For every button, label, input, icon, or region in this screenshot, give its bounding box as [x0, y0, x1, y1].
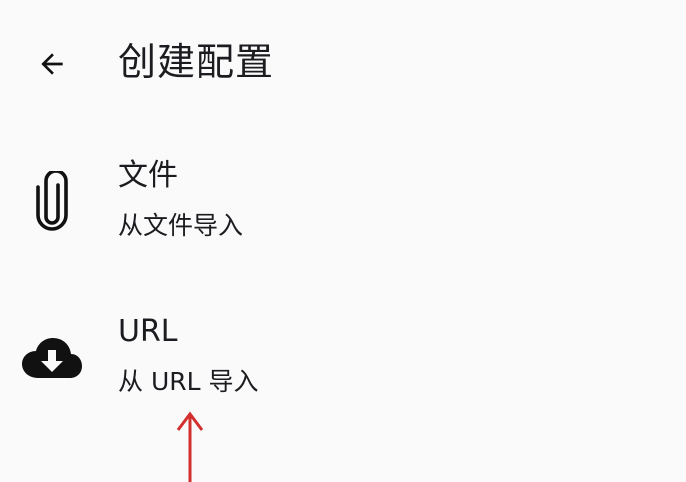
- page-title: 创建配置: [118, 40, 275, 84]
- paperclip-icon: [36, 171, 68, 231]
- file-option-icon-wrap: [14, 124, 90, 280]
- arrow-left-icon: [41, 53, 63, 75]
- url-option-icon-wrap: [14, 280, 90, 436]
- option-import-file[interactable]: 文件 从文件导入: [0, 124, 686, 280]
- back-button[interactable]: [22, 34, 82, 94]
- app-bar: 创建配置: [0, 0, 686, 124]
- url-option-subtitle: 从 URL 导入: [118, 367, 259, 396]
- option-import-url[interactable]: URL 从 URL 导入: [0, 280, 686, 436]
- file-option-title: 文件: [118, 158, 178, 193]
- file-option-subtitle: 从文件导入: [118, 211, 244, 240]
- cloud-download-icon: [22, 338, 82, 378]
- url-option-title: URL: [118, 314, 178, 349]
